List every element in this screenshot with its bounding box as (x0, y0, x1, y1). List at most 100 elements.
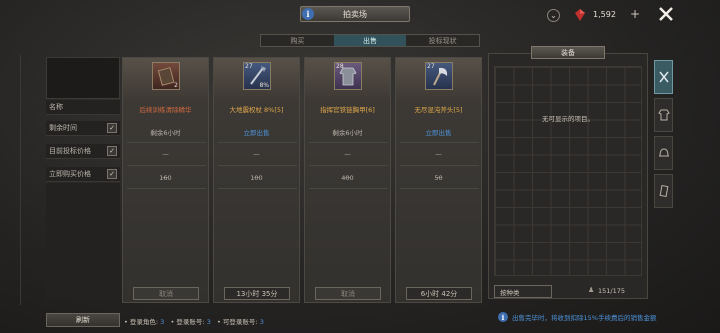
listing-card[interactable]: 27 8% 大地震权杖 8%[5] 立即出售 — — 100 13小时 35分 (213, 57, 300, 303)
buy-now-price: 160 (159, 174, 172, 182)
empty-inventory-text: 无可显示的项目。 (542, 115, 594, 123)
filter-remaining-time[interactable]: 剩余时间 ✓ (46, 121, 120, 136)
refresh-button[interactable]: 刷新 (46, 313, 120, 327)
listing-header: 27 (396, 58, 481, 100)
helmet-tab[interactable] (654, 136, 673, 170)
listing-card[interactable]: 28 指挥官铁链胸甲[6] 剩余6小时 — — 400 取消 (304, 57, 391, 303)
divider (400, 142, 479, 143)
cancel-button[interactable]: 取消 (315, 287, 381, 300)
status-value: 3 (206, 318, 211, 326)
sell-now-link[interactable]: 立即出售 (396, 127, 481, 137)
fee-note-text: 出售完毕时，将收到扣除15%手续费后的销售金额 (512, 314, 657, 322)
item-name: 无尽混沌斧头[5] (414, 106, 463, 114)
inventory-capacity: 151/175 (598, 287, 626, 295)
staff-icon[interactable]: 27 8% (243, 62, 271, 90)
checkbox[interactable]: ✓ (107, 123, 117, 133)
divider (309, 142, 388, 143)
sort-by-type-button[interactable]: 按种类 (494, 285, 552, 298)
divider (127, 165, 206, 166)
filter-name-label: 名称 (49, 103, 63, 111)
buy-now-price: 100 (250, 174, 263, 182)
divider (127, 188, 206, 189)
tab-buy[interactable]: 购买 (261, 35, 334, 46)
helmet-icon (658, 148, 669, 157)
account-status: • 登录角色: 3 • 登录账号: 3 • 可登录账号: 3 (124, 316, 264, 326)
filter-current-bid[interactable]: 目前投标价格 ✓ (46, 144, 120, 159)
add-currency-button[interactable]: + (630, 7, 640, 21)
buy-now-price: 50 (434, 174, 443, 182)
divider (309, 188, 388, 189)
time-remaining-button[interactable]: 6小时 42分 (406, 287, 472, 300)
current-bid: — (435, 150, 442, 158)
item-name: 大地震权杖 8%[5] (229, 106, 284, 114)
listing-card[interactable]: 27 无尽混沌斧头[5] 立即出售 — — 50 6小时 42分 (395, 57, 482, 303)
close-icon[interactable] (657, 5, 675, 23)
page-title: 拍卖场 (343, 9, 367, 19)
equipment-header: 装备 (531, 46, 605, 59)
remaining-time: 剩余6小时 (332, 129, 363, 137)
empty-item-slot (46, 57, 120, 99)
divider (309, 165, 388, 166)
axe-icon[interactable]: 27 (425, 62, 453, 90)
frame-border (20, 55, 38, 305)
listing-card[interactable]: 2 后续训练清除精华 剩余6小时 — — — 160 取消 (122, 57, 209, 303)
remaining-time: 剩余6小时 (150, 129, 181, 137)
cancel-button[interactable]: 取消 (133, 287, 199, 300)
divider (218, 142, 297, 143)
buy-now-price: 400 (341, 174, 354, 182)
currency-amount: 1,592 (593, 10, 616, 19)
status-value: 3 (259, 318, 264, 326)
weapon-tab[interactable] (654, 60, 673, 94)
divider (218, 188, 297, 189)
listing-header: 2 (123, 58, 208, 100)
status-label: • 登录账号: (170, 318, 205, 326)
armor-icon[interactable]: 28 (334, 62, 362, 90)
item-level: 27 (427, 63, 435, 70)
checkbox[interactable]: ✓ (107, 146, 117, 156)
tab-sell[interactable]: 出售 (333, 35, 407, 46)
auction-tabs: 购买 出售 投标现状 (260, 34, 480, 47)
chevron-down-icon[interactable]: ⌄ (547, 9, 560, 22)
info-icon[interactable]: i (302, 8, 314, 20)
filter-panel-fill (46, 183, 120, 300)
divider (400, 165, 479, 166)
scroll-icon (659, 184, 668, 198)
divider (400, 188, 479, 189)
status-value: 3 (160, 318, 165, 326)
status-label: • 可登录账号: (217, 318, 258, 326)
filter-label: 目前投标价格 (49, 147, 91, 155)
filter-name: 名称 (46, 100, 120, 115)
inventory-grid[interactable] (494, 66, 642, 276)
armor-tab[interactable] (654, 98, 673, 132)
checkbox[interactable]: ✓ (107, 169, 117, 179)
book-icon[interactable]: 2 (152, 62, 180, 90)
current-bid: — (253, 150, 260, 158)
current-bid: — (162, 150, 169, 158)
gem-icon (575, 9, 585, 21)
listing-header: 28 (305, 58, 390, 100)
divider (218, 165, 297, 166)
item-level: 27 (245, 63, 253, 70)
weapon-icon (658, 71, 669, 83)
fee-note: i 出售完毕时，将收到扣除15%手续费后的销售金额 (498, 312, 656, 322)
scroll-tab[interactable] (654, 174, 673, 208)
bag-icon: ♟ (588, 286, 595, 294)
listing-header: 27 8% (214, 58, 299, 100)
status-label: • 登录角色: (124, 318, 159, 326)
divider (127, 142, 206, 143)
filter-label: 剩余时间 (49, 124, 77, 132)
item-percent: 8% (259, 82, 269, 89)
filter-buy-now[interactable]: 立即购买价格 ✓ (46, 167, 120, 182)
stack-count: 2 (174, 82, 178, 89)
item-name: 后续训练清除精华 (139, 106, 192, 114)
auction-title-banner: 拍卖场 (300, 6, 410, 22)
current-bid: — (344, 150, 351, 158)
item-level: 28 (336, 63, 344, 70)
armor-icon (657, 109, 670, 121)
tab-bid-status[interactable]: 投标现状 (406, 35, 479, 46)
item-name: 指挥官铁链胸甲[6] (320, 106, 375, 114)
sell-now-link[interactable]: 立即出售 (214, 127, 299, 137)
info-icon: i (498, 312, 508, 322)
time-remaining-button[interactable]: 13小时 35分 (224, 287, 290, 300)
filter-label: 立即购买价格 (49, 170, 91, 178)
